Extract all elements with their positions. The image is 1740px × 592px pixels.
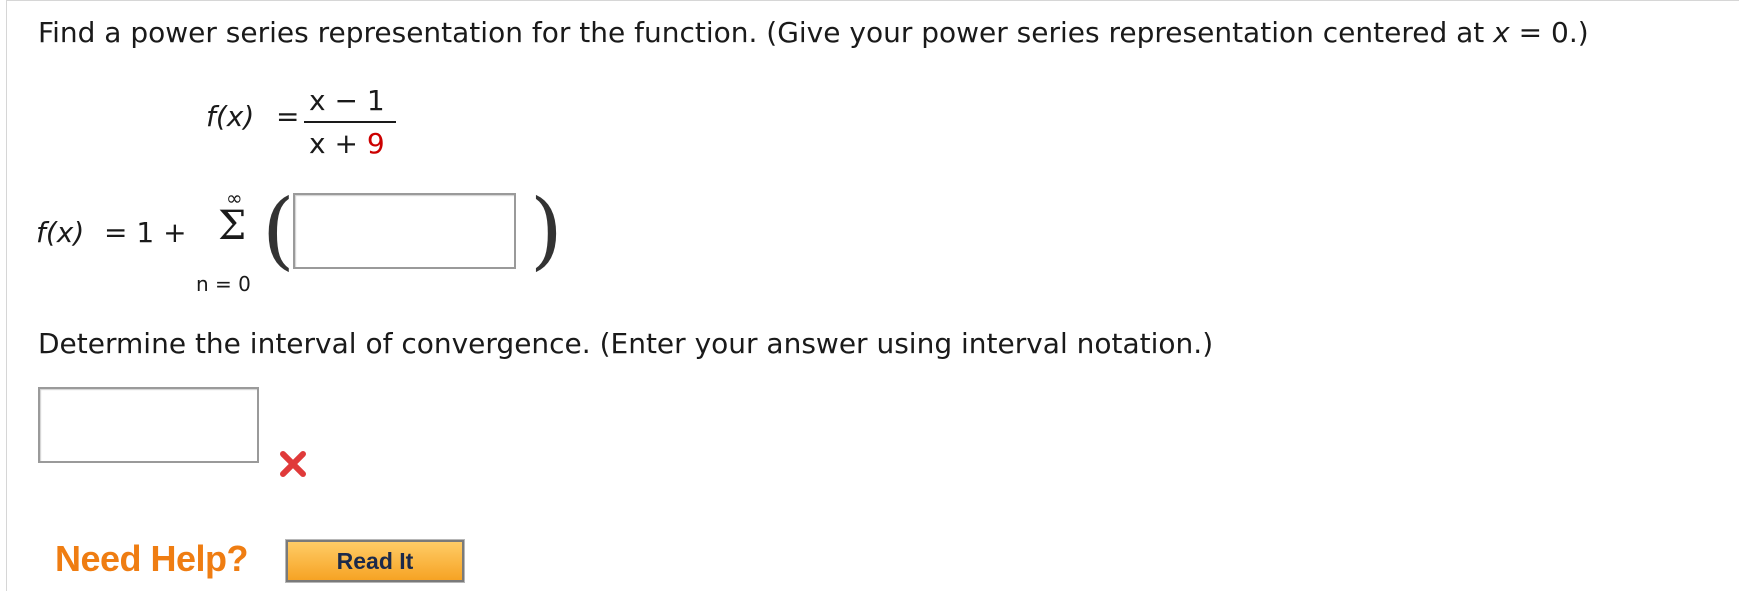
function-equals: = (276, 100, 300, 133)
function-lhs: f(x) (206, 100, 255, 133)
series-term-input[interactable] (293, 193, 516, 269)
series-lhs: f(x) (36, 216, 85, 249)
question-prompt: Find a power series representation for t… (38, 16, 1589, 50)
sum-lower-limit: n = 0 (196, 272, 251, 296)
read-it-button[interactable]: Read It (285, 539, 465, 583)
denominator-constant: 9 (366, 127, 385, 160)
fraction-bar (304, 121, 396, 123)
sigma-icon: Σ (218, 203, 247, 249)
prompt-variable: x (1493, 16, 1510, 49)
interval-prompt: Determine the interval of convergence. (… (38, 327, 1214, 360)
denominator-variable: x + (309, 127, 358, 160)
incorrect-x-icon (280, 451, 306, 477)
function-numerator: x − 1 (309, 84, 385, 117)
left-parenthesis: ( (262, 181, 295, 279)
function-denominator: x + 9 (309, 127, 385, 161)
need-help-label: Need Help? (55, 538, 249, 579)
prompt-center-value: = 0.) (1518, 16, 1589, 49)
prompt-text: Find a power series representation for t… (38, 16, 1485, 49)
question-frame (6, 0, 1739, 591)
interval-input[interactable] (38, 387, 259, 463)
right-parenthesis: ) (530, 181, 563, 279)
series-equals-term: = 1 + (104, 216, 187, 249)
